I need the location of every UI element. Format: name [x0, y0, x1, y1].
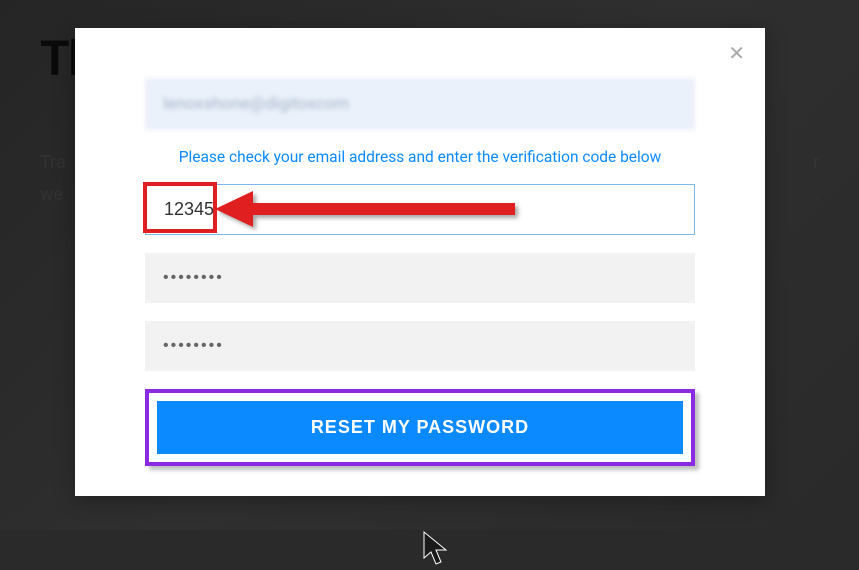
close-icon[interactable]: ✕ — [728, 44, 745, 64]
purple-highlight-annotation: RESET MY PASSWORD — [145, 389, 695, 466]
instruction-text: Please check your email address and ente… — [145, 148, 695, 166]
confirm-password-input[interactable] — [145, 321, 695, 371]
reset-password-button[interactable]: RESET MY PASSWORD — [157, 401, 683, 454]
email-display: lenoxshone@digitoxcom — [145, 78, 695, 130]
cursor-pointer-icon — [420, 530, 456, 570]
new-password-input[interactable] — [145, 253, 695, 303]
verification-code-row — [145, 184, 695, 235]
reset-password-modal: ✕ lenoxshone@digitoxcom Please check you… — [75, 28, 765, 496]
verification-code-input[interactable] — [145, 184, 695, 235]
